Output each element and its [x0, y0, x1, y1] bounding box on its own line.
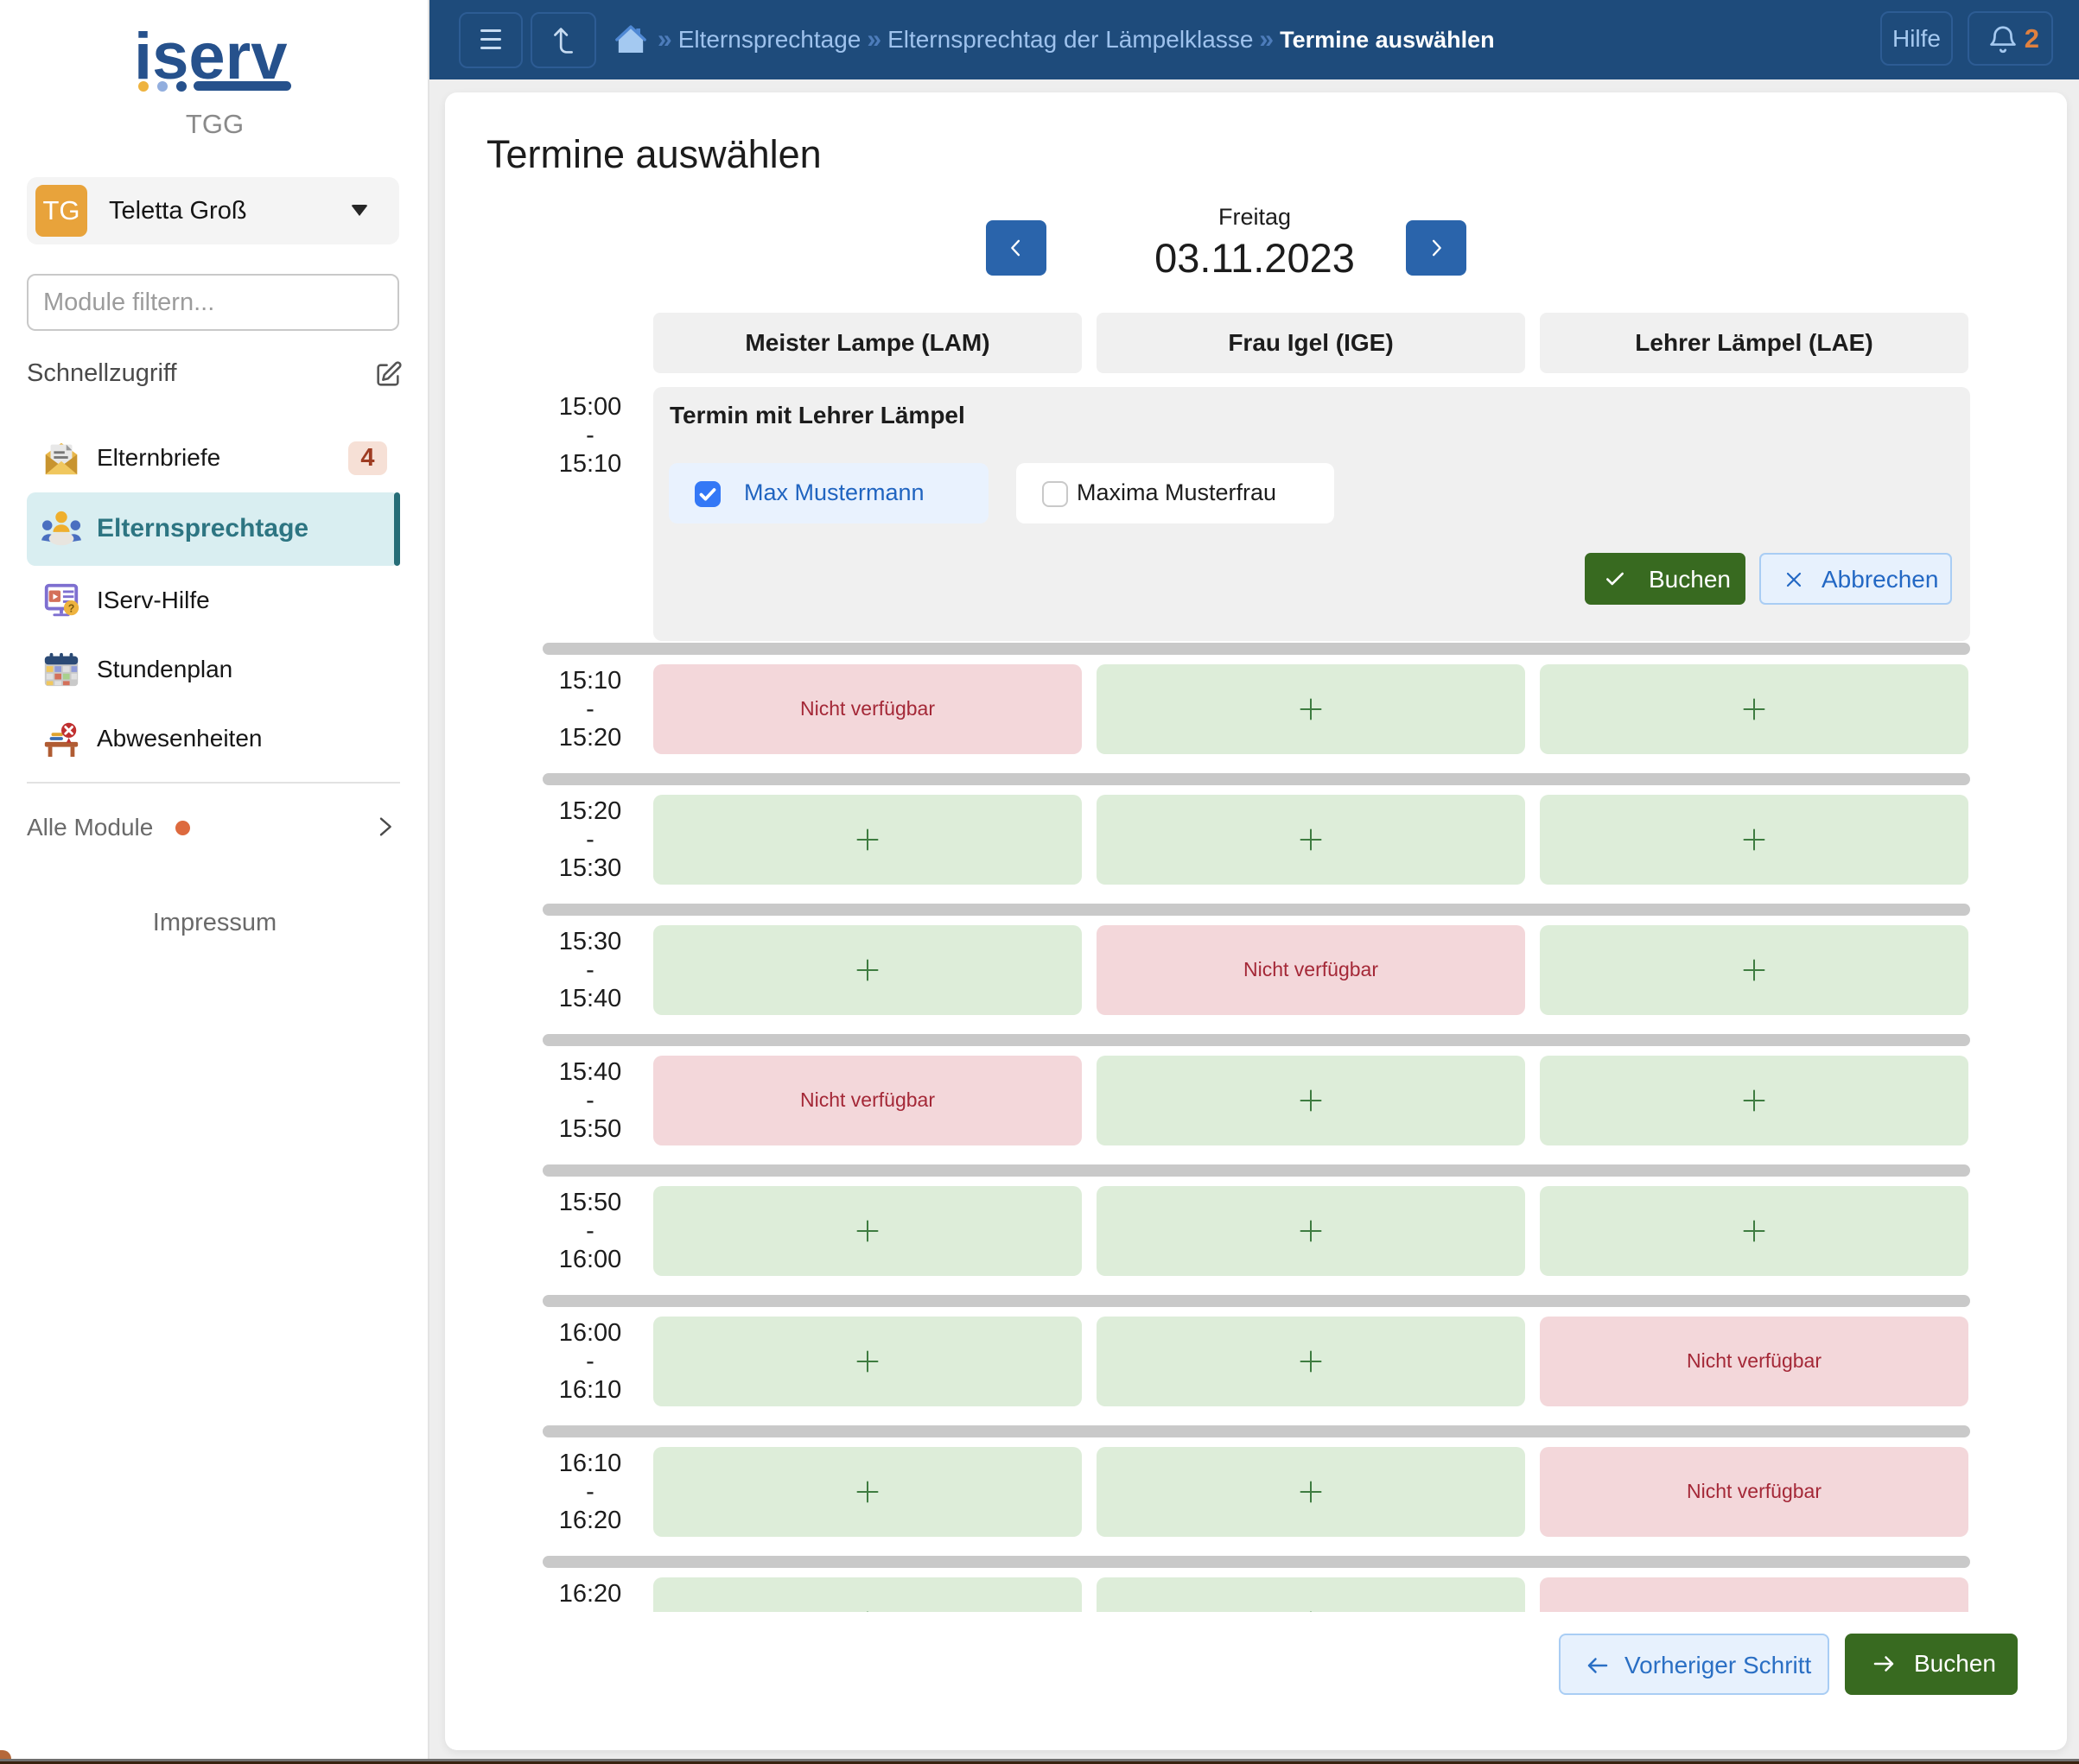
svg-text:?: ?: [68, 602, 75, 614]
